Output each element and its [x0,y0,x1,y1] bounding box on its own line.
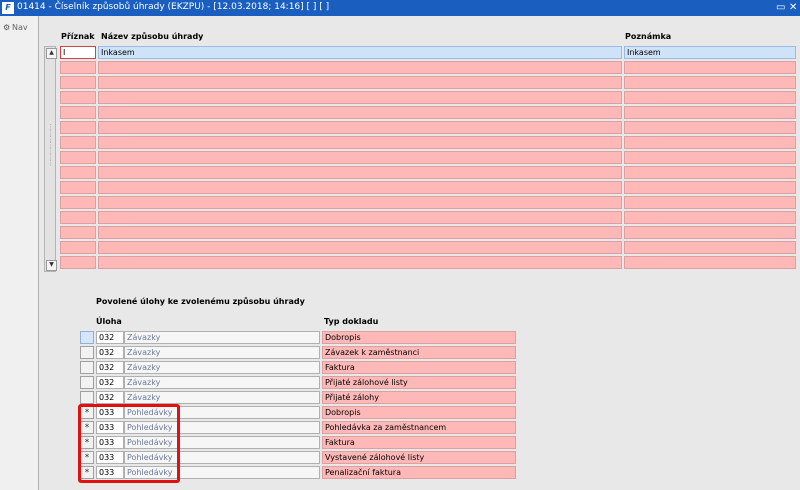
task-name-cell[interactable]: Závazky [124,376,320,389]
note-cell[interactable] [624,76,796,89]
row-marker[interactable] [80,331,94,344]
nav-panel[interactable]: ⚙ Nav [0,16,39,490]
app-logo-icon: F [2,2,14,14]
payment-name-cell[interactable] [98,76,622,89]
task-name-cell[interactable]: Závazky [124,391,320,404]
doc-type-cell[interactable]: Dobropis [322,331,516,344]
nav-gear-icon: ⚙ [3,23,11,32]
flag-cell[interactable] [60,151,96,164]
flag-cell[interactable] [60,91,96,104]
payment-name-cell[interactable] [98,166,622,179]
task-name-cell[interactable]: Závazky [124,331,320,344]
flag-cell[interactable]: I [60,46,96,59]
payment-name-cell[interactable] [98,151,622,164]
note-cell[interactable] [624,151,796,164]
task-code-cell[interactable]: 032 [96,391,124,404]
payment-name-cell[interactable] [98,196,622,209]
task-code-cell[interactable]: 032 [96,361,124,374]
flag-cell[interactable] [60,61,96,74]
note-cell[interactable] [624,196,796,209]
note-cell[interactable] [624,166,796,179]
doc-type-cell[interactable]: Dobropis [322,406,516,419]
nav-label: Nav [12,23,28,32]
payment-name-cell[interactable] [98,181,622,194]
flag-cell[interactable] [60,211,96,224]
doc-type-cell[interactable]: Přijaté zálohové listy [322,376,516,389]
close-window-icon[interactable]: ✕ [789,1,797,15]
note-cell[interactable] [624,121,796,134]
note-cell[interactable] [624,106,796,119]
flag-cell[interactable] [60,241,96,254]
row-marker[interactable] [80,361,94,374]
flag-cell[interactable] [60,121,96,134]
task-name-cell[interactable]: Závazky [124,361,320,374]
doc-type-cell[interactable]: Faktura [322,361,516,374]
header-doc-type: Typ dokladu [324,317,379,326]
payment-name-cell[interactable] [98,241,622,254]
payment-name-cell[interactable] [98,106,622,119]
flag-cell[interactable] [60,166,96,179]
note-cell[interactable] [624,226,796,239]
scroll-down-icon[interactable]: ▼ [46,260,57,271]
header-payment-name: Název způsobu úhrady [101,32,204,41]
scroll-up-icon[interactable]: ▲ [46,48,57,59]
doc-type-cell[interactable]: Penalizační faktura [322,466,516,479]
doc-type-cell[interactable]: Pohledávka za zaměstnancem [322,421,516,434]
task-name-cell[interactable]: Závazky [124,346,320,359]
flag-cell[interactable] [60,256,96,269]
flag-cell[interactable] [60,76,96,89]
task-code-cell[interactable]: 032 [96,331,124,344]
row-marker[interactable] [80,376,94,389]
note-cell[interactable] [624,136,796,149]
payment-name-cell[interactable]: Inkasem [98,46,622,59]
flag-cell[interactable] [60,136,96,149]
header-flag: Příznak [61,32,95,41]
payment-name-cell[interactable] [98,226,622,239]
flag-cell[interactable] [60,106,96,119]
note-cell[interactable]: Inkasem [624,46,796,59]
payment-name-cell[interactable] [98,61,622,74]
highlight-annotation [78,404,180,483]
flag-cell[interactable] [60,226,96,239]
doc-type-cell[interactable]: Přijaté zálohy [322,391,516,404]
row-marker[interactable] [80,346,94,359]
note-cell[interactable] [624,256,796,269]
task-code-cell[interactable]: 032 [96,376,124,389]
payment-name-cell[interactable] [98,211,622,224]
window-title: 01414 - Číselník způsobů úhrady (EKZPU) … [17,2,330,12]
scroll-grip-icon: ⋮ ⋮ ⋮ ⋮ ⋮ ⋮ ⋮ [47,123,54,167]
note-cell[interactable] [624,61,796,74]
section-title: Povolené úlohy ke zvolenému způsobu úhra… [96,297,305,306]
doc-type-cell[interactable]: Vystavené zálohové listy [322,451,516,464]
note-cell[interactable] [624,241,796,254]
header-task: Úloha [96,317,122,326]
note-cell[interactable] [624,91,796,104]
note-cell[interactable] [624,181,796,194]
payment-name-cell[interactable] [98,91,622,104]
payment-name-cell[interactable] [98,256,622,269]
task-code-cell[interactable]: 032 [96,346,124,359]
title-bar: F 01414 - Číselník způsobů úhrady (EKZPU… [0,0,800,16]
doc-type-cell[interactable]: Faktura [322,436,516,449]
doc-type-cell[interactable]: Závazek k zaměstnanci [322,346,516,359]
payment-name-cell[interactable] [98,136,622,149]
row-marker[interactable] [80,391,94,404]
flag-cell[interactable] [60,196,96,209]
flag-cell[interactable] [60,181,96,194]
note-cell[interactable] [624,211,796,224]
restore-window-icon[interactable]: ▭ [776,1,785,15]
payment-name-cell[interactable] [98,121,622,134]
header-note: Poznámka [625,32,672,41]
